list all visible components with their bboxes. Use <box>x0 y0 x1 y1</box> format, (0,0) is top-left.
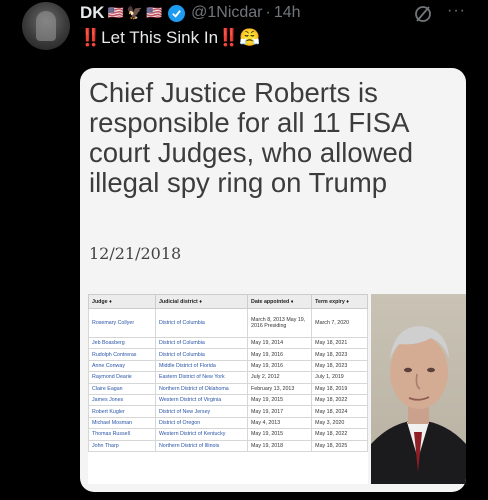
eagle-icon: 🦅 <box>126 5 143 20</box>
table-row: Raymond Dearie Eastern District of New Yo… <box>88 371 368 384</box>
table-cell-judge[interactable]: Rudolph Contreras <box>88 348 156 361</box>
image-date: 12/21/2018 <box>89 244 182 263</box>
table-cell-judge[interactable]: Rosemary Collyer <box>88 308 156 338</box>
verified-badge-icon <box>168 4 186 22</box>
table-cell-appointed: May 19, 2016 <box>247 359 313 373</box>
table-cell-district[interactable]: Northern District of Illinois <box>154 439 249 452</box>
table-cell-judge[interactable]: Raymond Dearie <box>88 371 156 384</box>
table-cell-expiry: July 1, 2019 <box>311 371 368 384</box>
table-cell-judge[interactable]: Robert Kugler <box>88 405 156 418</box>
display-name[interactable]: DK <box>80 3 105 23</box>
table-cell-appointed: May 19, 2015 <box>247 393 313 407</box>
table-row: Robert Kugler District of New Jersey May 1… <box>88 405 368 418</box>
table-row: Thomas Russell Western District of Kentuc… <box>88 428 368 441</box>
table-cell-appointed: February 13, 2013 <box>247 382 313 395</box>
table-cell-district[interactable]: Eastern District of New York <box>154 371 249 384</box>
table-cell-appointed: May 19, 2014 <box>247 336 313 350</box>
grok-icon[interactable] <box>413 4 433 24</box>
image-headline: Chief Justice Roberts is responsible for… <box>89 77 414 198</box>
column-header: Date appointed ♦ <box>247 294 313 309</box>
table-cell-judge[interactable]: James Jones <box>88 393 156 407</box>
table-cell-expiry: March 7, 2020 <box>311 308 368 338</box>
table-cell-judge[interactable]: John Tharp <box>88 439 156 452</box>
post-header: DK 🇺🇸 🦅 🇺🇸 @1Nicdar · 14h <box>80 2 301 24</box>
table-cell-appointed: March 8, 2013 May 19, 2016 Presiding <box>247 308 313 338</box>
table-cell-expiry: May 18, 2022 <box>311 393 368 407</box>
table-row: Claire Eagan Northern District of Oklahom… <box>88 382 368 395</box>
post-image[interactable]: Chief Justice Roberts is responsible for… <box>80 68 466 492</box>
table-cell-district[interactable]: Northern District of Oklahoma <box>154 382 249 395</box>
table-cell-district[interactable]: Middle District of Florida <box>154 359 249 373</box>
table-cell-district[interactable]: District of Columbia <box>154 348 249 361</box>
table-row: Anne Conway Middle District of Florida May… <box>88 359 368 373</box>
table-cell-expiry: May 18, 2023 <box>311 348 368 361</box>
table-cell-district[interactable]: District of Columbia <box>154 336 249 350</box>
table-cell-expiry: May 18, 2022 <box>311 428 368 441</box>
table-cell-district[interactable]: District of New Jersey <box>154 405 249 418</box>
justice-photo <box>371 294 466 484</box>
table-cell-expiry: May 18, 2023 <box>311 359 368 373</box>
table-cell-expiry: May 18, 2025 <box>311 439 368 452</box>
table-cell-appointed: May 19, 2018 <box>247 439 313 452</box>
table-cell-appointed: July 2, 2012 <box>247 371 313 384</box>
table-cell-expiry: May 3, 2020 <box>311 416 368 430</box>
post-time[interactable]: 14h <box>274 4 301 22</box>
table-cell-expiry: May 18, 2019 <box>311 382 368 395</box>
table-cell-appointed: May 19, 2016 <box>247 348 313 361</box>
table-cell-judge[interactable]: Jeb Boasberg <box>88 336 156 350</box>
table-cell-district[interactable]: Western District of Virginia <box>154 393 249 407</box>
table-cell-district[interactable]: District of Oregon <box>154 416 249 430</box>
table-row: Rosemary Collyer District of Columbia Marc… <box>88 308 368 338</box>
flag-us-icon: 🇺🇸 <box>145 5 163 20</box>
post-text: ‼️Let This Sink In‼️😤 <box>80 28 261 47</box>
table-cell-expiry: May 18, 2021 <box>311 336 368 350</box>
table-cell-judge[interactable]: Anne Conway <box>88 359 156 373</box>
column-header: Term expiry ♦ <box>311 294 368 309</box>
user-handle[interactable]: @1Nicdar <box>191 4 262 22</box>
column-header: Judicial district ♦ <box>154 294 249 309</box>
flag-us-icon: 🇺🇸 <box>107 5 124 20</box>
table-row: Michael Mosman District of Oregon May 4, 2… <box>88 416 368 430</box>
avatar[interactable] <box>22 2 70 50</box>
table-cell-judge[interactable]: Claire Eagan <box>88 382 156 395</box>
more-icon[interactable]: ··· <box>447 2 466 20</box>
table-row: James Jones Western District of Virginia M… <box>88 393 368 407</box>
table-cell-appointed: May 4, 2013 <box>247 416 313 430</box>
table-row: Rudolph Contreras District of Columbia May… <box>88 348 368 361</box>
table-row: John Tharp Northern District of Illinois M… <box>88 439 368 452</box>
judges-table: Judge ♦ Judicial district ♦ Date appoint… <box>88 294 368 484</box>
table-row: Jeb Boasberg District of Columbia May 19, … <box>88 336 368 350</box>
table-cell-appointed: May 19, 2017 <box>247 405 313 418</box>
table-cell-district[interactable]: District of Columbia <box>154 308 249 338</box>
table-cell-district[interactable]: Western District of Kentucky <box>154 428 249 441</box>
avatar-figure <box>36 11 56 41</box>
table-cell-judge[interactable]: Thomas Russell <box>88 428 156 441</box>
column-header: Judge ♦ <box>88 294 156 309</box>
table-cell-appointed: May 19, 2015 <box>247 428 313 441</box>
table-cell-expiry: May 18, 2024 <box>311 405 368 418</box>
table-header-row: Judge ♦ Judicial district ♦ Date appoint… <box>88 294 368 309</box>
separator-dot: · <box>265 4 271 21</box>
table-cell-judge[interactable]: Michael Mosman <box>88 416 156 430</box>
